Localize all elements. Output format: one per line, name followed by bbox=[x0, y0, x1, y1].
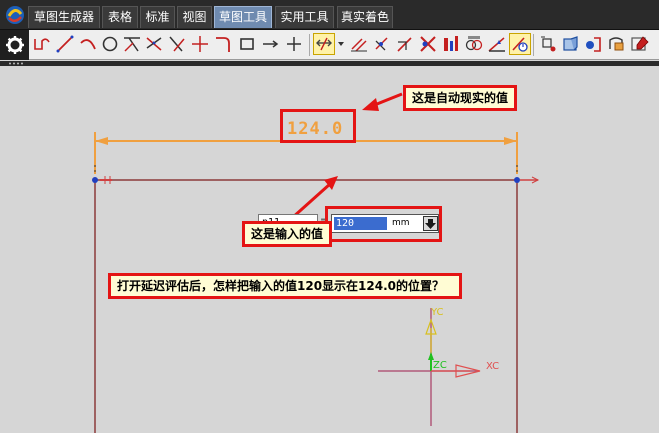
vertex-point[interactable] bbox=[514, 177, 520, 183]
alternate-solution-icon[interactable] bbox=[463, 33, 485, 55]
arc-icon[interactable] bbox=[77, 33, 99, 55]
perimeter-dimension-icon[interactable] bbox=[583, 33, 605, 55]
menu-bar: 草图生成器 表格 标准 视图 草图工具 实用工具 真实着色 bbox=[0, 0, 659, 30]
show-all-icon[interactable] bbox=[606, 33, 628, 55]
evaluate-sketch-icon[interactable] bbox=[537, 33, 559, 55]
sketch-toolbar bbox=[0, 30, 659, 60]
profile-icon[interactable] bbox=[31, 33, 53, 55]
chevron-down-icon[interactable] bbox=[336, 33, 346, 55]
input-highlight-frame bbox=[325, 206, 442, 242]
axis-label-z: ZC bbox=[433, 360, 447, 371]
auto-dimension-icon[interactable] bbox=[313, 33, 335, 55]
tab-sketch-generator[interactable]: 草图生成器 bbox=[28, 6, 100, 28]
axis-label-x: XC bbox=[486, 361, 500, 372]
tab-table[interactable]: 表格 bbox=[102, 6, 138, 28]
circle-icon[interactable] bbox=[99, 33, 121, 55]
axis-label-y: YC bbox=[431, 307, 444, 318]
display-constraints-icon[interactable] bbox=[371, 33, 393, 55]
toolbar-separator bbox=[309, 34, 310, 56]
tab-realistic-shading[interactable]: 真实着色 bbox=[337, 6, 393, 28]
rectangle-corner-icon[interactable] bbox=[212, 33, 234, 55]
vertex-point[interactable] bbox=[92, 177, 98, 183]
make-corner-icon[interactable] bbox=[166, 33, 188, 55]
arrow-right-icon[interactable] bbox=[259, 33, 281, 55]
update-model-icon[interactable] bbox=[560, 33, 582, 55]
line-icon[interactable] bbox=[54, 33, 76, 55]
datum-csys[interactable] bbox=[378, 308, 481, 426]
gear-icon[interactable] bbox=[0, 30, 29, 60]
delay-evaluation-icon[interactable] bbox=[509, 33, 531, 55]
callout-question: 打开延迟评估后，怎样把输入的值120显示在124.0的位置？ bbox=[108, 273, 462, 299]
quick-extend-icon[interactable] bbox=[143, 33, 165, 55]
geometric-constraints-icon[interactable] bbox=[348, 33, 370, 55]
tab-utility-tools[interactable]: 实用工具 bbox=[275, 6, 334, 28]
sketch-style-icon[interactable] bbox=[629, 33, 651, 55]
dimension-highlight-frame bbox=[280, 109, 356, 143]
convert-reference-icon[interactable] bbox=[394, 33, 416, 55]
animate-dimension-icon[interactable] bbox=[440, 33, 462, 55]
point-icon[interactable] bbox=[283, 33, 305, 55]
callout-auto-value: 这是自动现实的值 bbox=[403, 85, 518, 111]
callout-arrow-top bbox=[362, 92, 403, 111]
remove-constraint-icon[interactable] bbox=[417, 33, 439, 55]
fillet-icon[interactable] bbox=[189, 33, 211, 55]
app-logo[interactable] bbox=[4, 4, 26, 26]
rectangle-icon[interactable] bbox=[236, 33, 258, 55]
inferred-constraints-icon[interactable] bbox=[486, 33, 508, 55]
tab-standard[interactable]: 标准 bbox=[140, 6, 175, 28]
graphics-window[interactable]: 124.0 p11 = 120 mm 这是自动现实的值 这是输入的值 打开延迟评… bbox=[0, 66, 659, 433]
tab-view[interactable]: 视图 bbox=[177, 6, 212, 28]
toolbar-separator bbox=[533, 34, 534, 56]
callout-input-value: 这是输入的值 bbox=[242, 221, 333, 247]
tab-sketch-tools[interactable]: 草图工具 bbox=[214, 6, 272, 28]
constraint-markers bbox=[94, 165, 540, 184]
quick-trim-icon[interactable] bbox=[121, 33, 143, 55]
